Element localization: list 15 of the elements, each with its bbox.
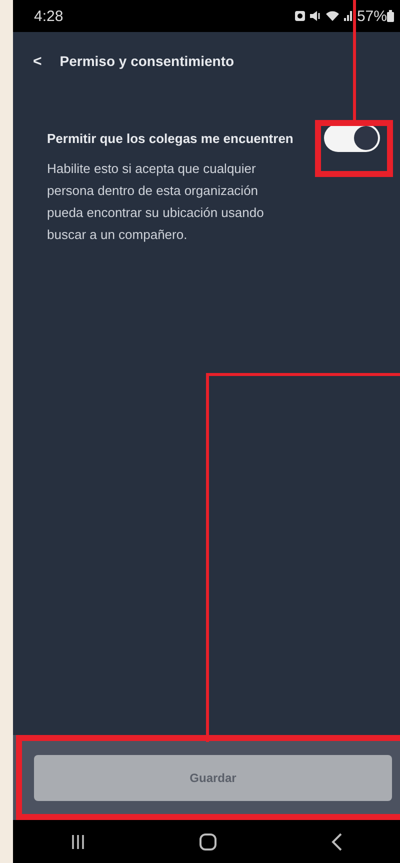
back-icon[interactable]	[331, 832, 344, 850]
battery-icon	[387, 10, 394, 22]
setting-description: Habilite esto si acepta que cualquier persona dentro de esta organización pueda encontrar su ubicación usando buscar a un compañero.	[47, 160, 265, 244]
signal-icon	[344, 11, 353, 21]
mute-icon	[310, 11, 321, 21]
page-title: Permiso y consentimiento	[60, 53, 234, 69]
recent-apps-icon[interactable]	[70, 834, 86, 850]
toggle-switch[interactable]	[324, 124, 380, 152]
setting-label: Permitir que los colegas me encuentren	[47, 130, 294, 146]
wifi-icon	[326, 11, 339, 21]
status-time: 4:28	[34, 8, 64, 24]
battery-percent: 57%	[356, 8, 387, 24]
home-icon[interactable]	[199, 832, 218, 850]
alarm-icon	[294, 11, 305, 21]
back-button[interactable]: <	[33, 52, 42, 70]
